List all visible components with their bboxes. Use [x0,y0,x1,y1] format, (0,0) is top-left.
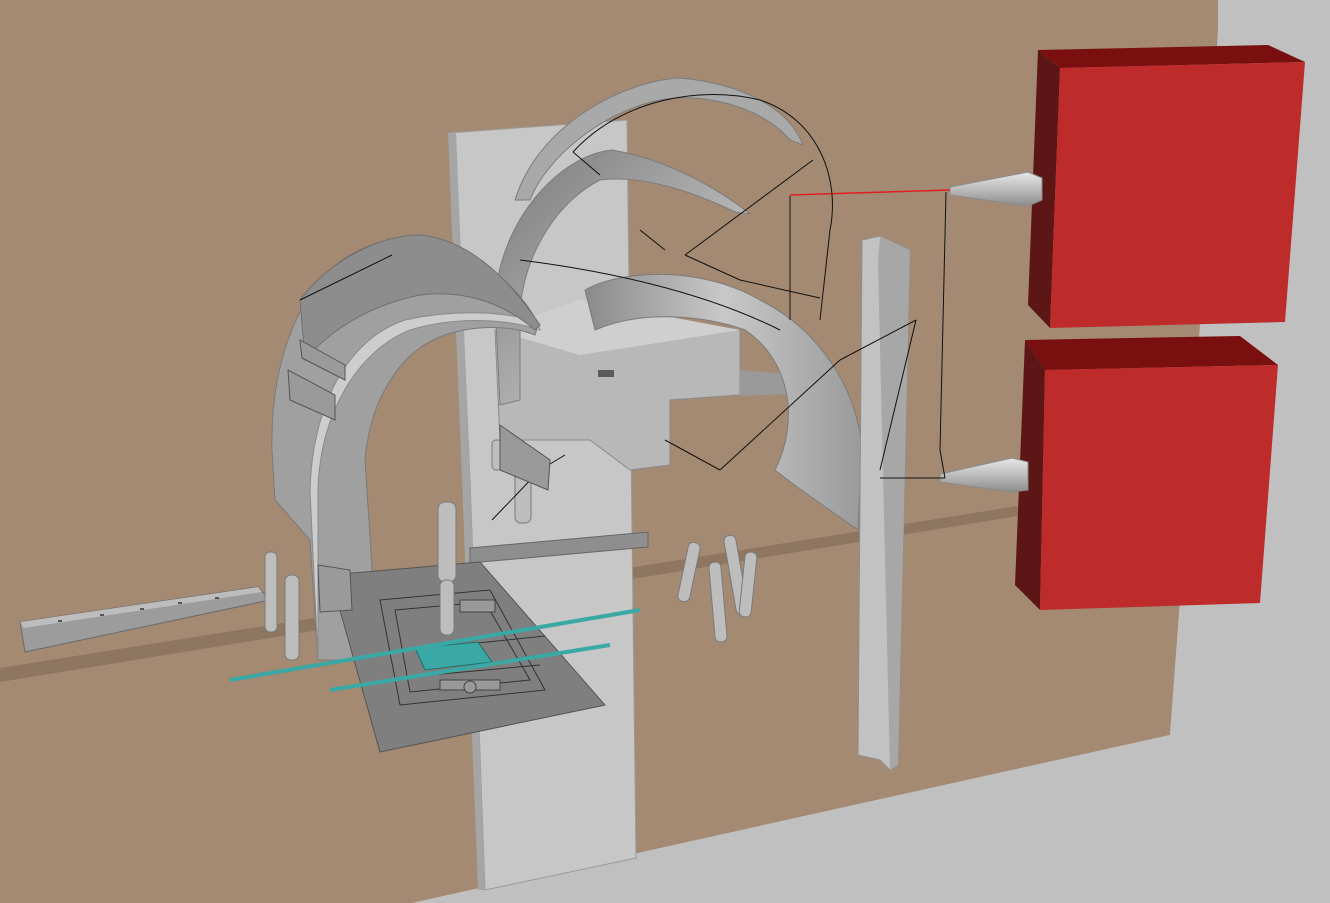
3d-scene-viewport[interactable] [0,0,1330,903]
mount-block-slot [598,370,614,377]
red-box-top [1050,62,1305,328]
red-box-bottom [1040,365,1278,610]
scene-svg [0,0,1330,903]
red-box-bottom-top [1025,336,1278,370]
